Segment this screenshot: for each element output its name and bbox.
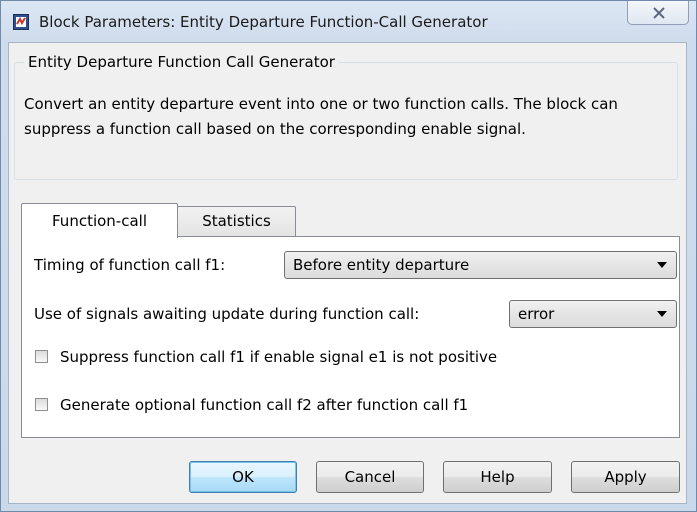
signals-update-label: Use of signals awaiting update during fu…	[34, 305, 420, 323]
close-icon	[653, 7, 665, 19]
chevron-down-icon	[657, 311, 667, 317]
description-group-title: Entity Departure Function Call Generator	[24, 52, 339, 72]
generate-f2-label: Generate optional function call f2 after…	[60, 396, 469, 414]
timing-label: Timing of function call f1:	[34, 256, 226, 274]
timing-select-value: Before entity departure	[293, 256, 470, 274]
help-button[interactable]: Help	[443, 461, 552, 493]
signals-update-select-value: error	[518, 305, 555, 323]
generate-f2-checkbox[interactable]	[35, 398, 48, 411]
chevron-down-icon	[657, 262, 667, 268]
window-title: Block Parameters: Entity Departure Funct…	[39, 13, 488, 31]
signals-update-select[interactable]: error	[509, 300, 677, 328]
tab-statistics[interactable]: Statistics	[177, 206, 296, 237]
close-button[interactable]	[627, 1, 689, 25]
title-bar[interactable]: Block Parameters: Entity Departure Funct…	[1, 1, 696, 43]
cancel-button[interactable]: Cancel	[316, 461, 424, 493]
suppress-f1-checkbox[interactable]	[35, 350, 48, 363]
timing-select[interactable]: Before entity departure	[284, 251, 677, 279]
suppress-f1-label: Suppress function call f1 if enable sign…	[60, 348, 498, 366]
ok-button[interactable]: OK	[189, 461, 297, 493]
description-text: Convert an entity departure event into o…	[24, 95, 618, 138]
tab-function-call[interactable]: Function-call	[21, 203, 178, 238]
simulink-block-icon	[13, 14, 29, 30]
apply-button[interactable]: Apply	[571, 461, 680, 493]
